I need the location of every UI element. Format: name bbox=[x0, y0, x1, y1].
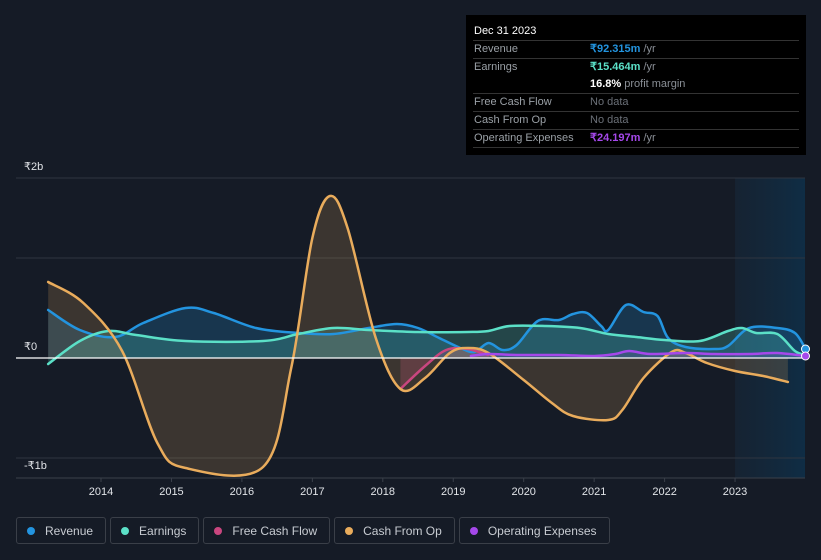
x-tick-label: 2020 bbox=[511, 486, 535, 498]
tooltip-panel: Dec 31 2023 Revenue ₹92.315m /yr Earning… bbox=[466, 15, 806, 155]
tooltip-value: ₹24.197m bbox=[590, 132, 641, 144]
tooltip-unit: /yr bbox=[640, 61, 656, 73]
y-tick-label-neg1b: -₹1b bbox=[24, 460, 47, 472]
legend-label: Earnings bbox=[139, 523, 187, 538]
legend-label: Free Cash Flow bbox=[232, 523, 318, 538]
tooltip-label: Operating Expenses bbox=[474, 132, 574, 144]
tooltip-row-earnings: Earnings ₹15.464m /yr bbox=[473, 59, 799, 76]
tooltip-row-profit-margin: 16.8% profit margin bbox=[473, 76, 799, 94]
y-tick-label-0: ₹0 bbox=[24, 341, 38, 353]
x-tick-label: 2017 bbox=[300, 486, 324, 498]
y-tick-label-2b: ₹2b bbox=[24, 161, 44, 173]
legend-item-operating-expenses[interactable]: Operating Expenses bbox=[458, 517, 610, 544]
legend-label: Cash From Op bbox=[363, 523, 442, 538]
x-tick-label: 2023 bbox=[723, 486, 747, 498]
x-tick-label: 2021 bbox=[582, 486, 606, 498]
operating-expenses-end-marker bbox=[801, 351, 810, 361]
legend: Revenue Earnings Free Cash Flow Cash Fro… bbox=[16, 517, 610, 544]
x-tick-label: 2015 bbox=[159, 486, 183, 498]
x-axis: 2014 2015 2016 2017 2018 2019 2020 2021 2022 2023 bbox=[89, 478, 747, 498]
tooltip-label: Earnings bbox=[474, 61, 518, 73]
tooltip-label bbox=[474, 76, 590, 93]
tooltip-unit: /yr bbox=[640, 132, 656, 144]
legend-item-cash-from-op[interactable]: Cash From Op bbox=[334, 517, 455, 544]
area-layer bbox=[48, 195, 806, 476]
free-cash-flow-dot-icon bbox=[214, 526, 223, 535]
revenue-dot-icon bbox=[27, 526, 35, 535]
legend-label: Operating Expenses bbox=[487, 523, 597, 538]
x-tick-label: 2022 bbox=[652, 486, 676, 498]
tooltip-value: ₹92.315m bbox=[590, 43, 641, 55]
cash-from-op-dot-icon bbox=[345, 526, 354, 535]
legend-item-revenue[interactable]: Revenue bbox=[16, 517, 107, 544]
tooltip-label: Free Cash Flow bbox=[474, 96, 552, 108]
tooltip-label: Revenue bbox=[474, 43, 519, 55]
tooltip-value: ₹15.464m bbox=[590, 61, 641, 73]
tooltip-row-cash-from-op: Cash From Op No data bbox=[473, 112, 799, 130]
tooltip-label: Cash From Op bbox=[474, 114, 547, 126]
x-tick-label: 2014 bbox=[89, 486, 113, 498]
tooltip-row-free-cash-flow: Free Cash Flow No data bbox=[473, 94, 799, 112]
legend-item-free-cash-flow[interactable]: Free Cash Flow bbox=[203, 517, 331, 544]
tooltip-unit: /yr bbox=[640, 43, 656, 55]
x-tick-label: 2018 bbox=[371, 486, 395, 498]
operating-expenses-dot-icon bbox=[469, 526, 478, 535]
legend-label: Revenue bbox=[45, 523, 94, 538]
tooltip-unit: profit margin bbox=[621, 78, 686, 90]
x-tick-label: 2019 bbox=[441, 486, 465, 498]
legend-item-earnings[interactable]: Earnings bbox=[110, 517, 200, 544]
tooltip-row-operating-expenses: Operating Expenses ₹24.197m /yr bbox=[473, 130, 799, 148]
tooltip-value: 16.8% bbox=[590, 78, 622, 90]
tooltip-date: Dec 31 2023 bbox=[473, 23, 799, 41]
x-tick-label: 2016 bbox=[230, 486, 254, 498]
earnings-dot-icon bbox=[121, 526, 130, 535]
tooltip-row-revenue: Revenue ₹92.315m /yr bbox=[473, 41, 799, 59]
tooltip-value: No data bbox=[590, 114, 629, 126]
tooltip-value: No data bbox=[590, 96, 629, 108]
